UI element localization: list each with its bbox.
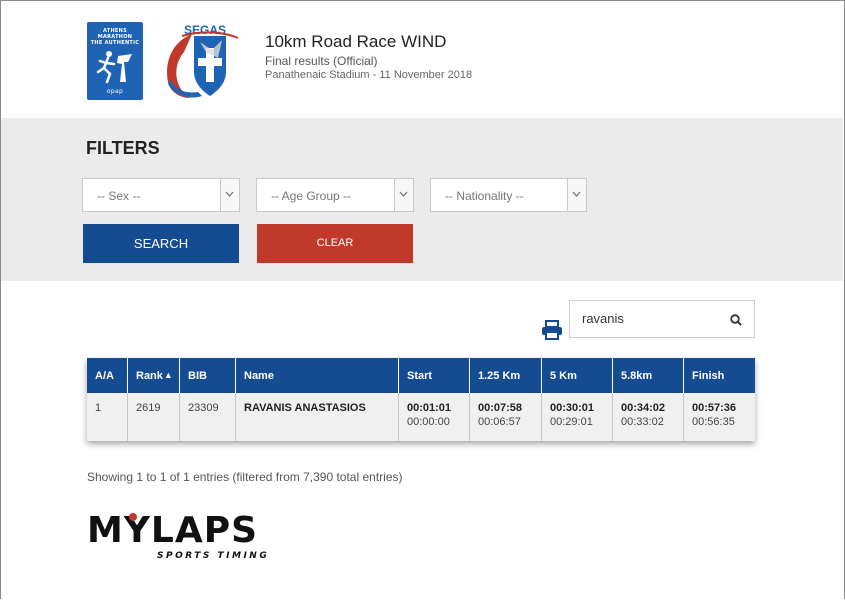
col-5-8km[interactable]: 5.8km [612, 358, 684, 393]
logo-line-3: THE AUTHENTIC [90, 40, 140, 46]
col-aa[interactable]: A/A [87, 358, 128, 393]
cell-bib: 23309 [179, 393, 236, 441]
finish-gun-time: 00:57:36 [692, 402, 737, 414]
cell-finish: 00:57:36 00:56:35 [683, 393, 755, 441]
col-bib[interactable]: BIB [179, 358, 236, 393]
km58-net-time: 00:33:02 [621, 416, 664, 428]
table-header-row: A/A Rank▲ BIB Name Start 1.25 Km 5 Km 5.… [87, 358, 755, 393]
age-group-chevron-down-icon [394, 179, 413, 211]
search-box [569, 300, 755, 338]
col-finish[interactable]: Finish [683, 358, 755, 393]
sex-chevron-down-icon [220, 179, 239, 211]
cell-start: 00:01:01 00:00:00 [398, 393, 470, 441]
results-table: A/A Rank▲ BIB Name Start 1.25 Km 5 Km 5.… [87, 358, 755, 441]
table-row[interactable]: 1 2619 23309 RAVANIS ANASTASIOS 00:01:01… [87, 393, 755, 441]
runner-icon [96, 51, 132, 84]
clear-button[interactable]: CLEAR [257, 224, 413, 263]
col-5km[interactable]: 5 Km [541, 358, 613, 393]
col-start[interactable]: Start [398, 358, 470, 393]
logo-sponsor: opap [106, 88, 124, 95]
race-subtitle: Final results (Official) [265, 54, 378, 68]
search-button[interactable]: SEARCH [83, 224, 239, 263]
nationality-select[interactable]: -- Nationality -- [430, 178, 587, 212]
mylaps-tagline: SPORTS TIMING [157, 551, 269, 561]
km125-gun-time: 00:07:58 [478, 402, 523, 414]
col-rank-label: Rank [136, 369, 163, 382]
nationality-chevron-down-icon [567, 179, 586, 211]
km5-gun-time: 00:30:01 [550, 402, 595, 414]
print-icon[interactable] [541, 320, 563, 340]
search-input[interactable] [580, 307, 724, 329]
km5-net-time: 00:29:01 [550, 416, 593, 428]
cell-1-25km: 00:07:58 00:06:57 [469, 393, 542, 441]
mylaps-logo: MYLAPS SPORTS TIMING [87, 510, 269, 561]
finish-net-time: 00:56:35 [692, 416, 735, 428]
segas-logo: SEGAS [167, 23, 239, 98]
cell-5-8km: 00:34:02 00:33:02 [612, 393, 684, 441]
col-rank[interactable]: Rank▲ [127, 358, 180, 393]
cell-aa: 1 [87, 393, 128, 441]
sort-asc-icon: ▲ [163, 369, 173, 380]
race-title-block: 10km Road Race WIND Final results (Offic… [265, 32, 472, 81]
entries-info: Showing 1 to 1 of 1 entries (filtered fr… [87, 470, 403, 484]
km125-net-time: 00:06:57 [478, 416, 521, 428]
mylaps-logo-main: MYLAPS [87, 510, 258, 551]
header: ATHENS MARATHON THE AUTHENTIC opap SEGAS… [0, 0, 843, 118]
age-group-select[interactable]: -- Age Group -- [256, 178, 414, 212]
col-name[interactable]: Name [235, 358, 399, 393]
cell-5km: 00:30:01 00:29:01 [541, 393, 613, 441]
athens-marathon-logo: ATHENS MARATHON THE AUTHENTIC opap [87, 22, 143, 100]
km58-gun-time: 00:34:02 [621, 402, 666, 414]
race-title: 10km Road Race WIND [265, 32, 447, 51]
search-icon[interactable] [730, 314, 742, 326]
cell-rank: 2619 [127, 393, 180, 441]
filters-panel: FILTERS -- Sex -- -- Age Group -- -- Nat… [1, 118, 843, 281]
sex-select-value: -- Sex -- [97, 189, 141, 203]
col-1-25km[interactable]: 1.25 Km [469, 358, 542, 393]
filters-heading: FILTERS [86, 138, 160, 158]
age-group-select-value: -- Age Group -- [271, 189, 352, 203]
start-gun-time: 00:01:01 [407, 402, 452, 414]
mylaps-logo-dot [129, 513, 137, 521]
runner-name: RAVANIS ANASTASIOS [244, 402, 366, 414]
start-net-time: 00:00:00 [407, 416, 450, 428]
sex-select[interactable]: -- Sex -- [82, 178, 240, 212]
nationality-select-value: -- Nationality -- [445, 189, 524, 203]
cell-name: RAVANIS ANASTASIOS [235, 393, 399, 441]
race-venue-date: Panathenaic Stadium - 11 November 2018 [265, 69, 473, 81]
